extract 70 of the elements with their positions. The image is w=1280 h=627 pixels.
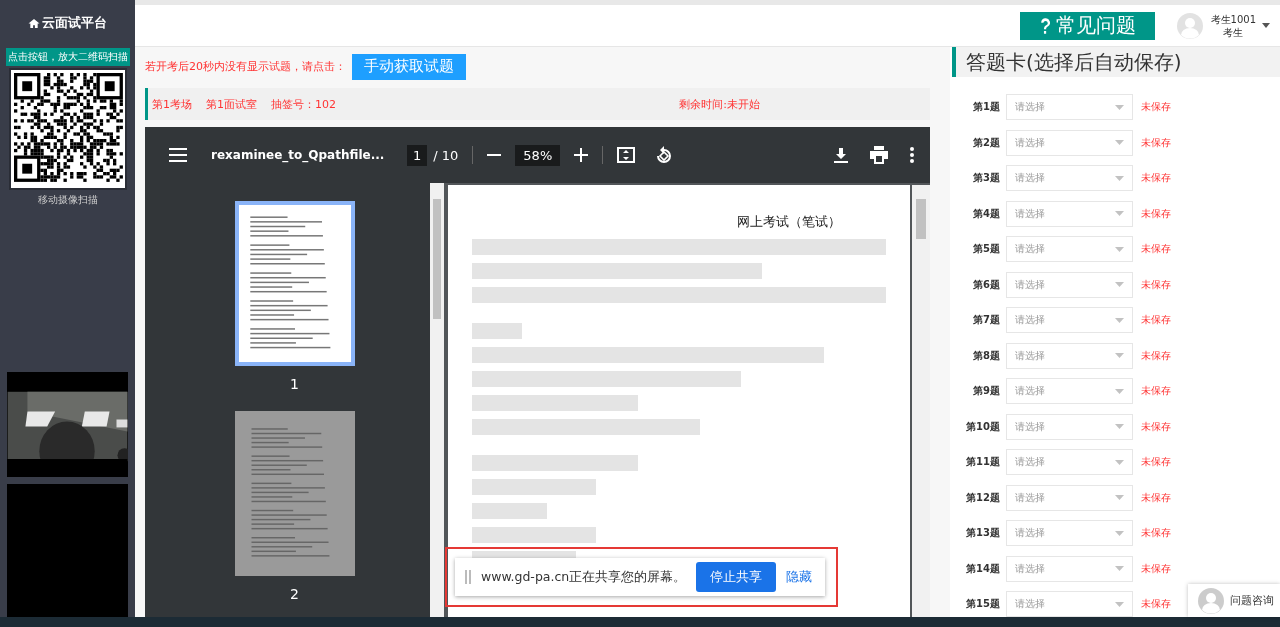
- answer-select[interactable]: 请选择: [1006, 342, 1133, 369]
- question-label: 第10题: [965, 419, 1001, 434]
- question-label: 第11题: [965, 455, 1001, 469]
- question-label: 第13题: [965, 526, 1001, 540]
- notice-text: 若开考后20秒内没有显示试题，请点击：: [145, 59, 346, 74]
- answer-select[interactable]: 请选择: [1006, 307, 1133, 333]
- save-status: 未保存: [1141, 455, 1171, 469]
- answer-select[interactable]: 请选择: [1006, 271, 1133, 298]
- save-status: 未保存: [1141, 384, 1171, 398]
- answer-select[interactable]: 请选择: [1006, 484, 1133, 511]
- page-number-field[interactable]: 1: [407, 144, 428, 166]
- save-status: 未保存: [1141, 490, 1171, 505]
- question-label: 第12题: [965, 490, 1001, 505]
- qr-caption: 移动摄像扫描: [37, 192, 98, 207]
- question-label: 第3题: [972, 171, 1001, 185]
- question-label: 第14题: [965, 561, 1001, 576]
- page-label: 2: [290, 586, 299, 602]
- save-status: 未保存: [1141, 348, 1171, 363]
- save-status: 未保存: [1141, 135, 1171, 150]
- question-label: 第4题: [972, 206, 1001, 221]
- save-status: 未保存: [1141, 171, 1171, 185]
- interview-room: 第1面试室: [206, 96, 257, 112]
- exam-room: 第1考场: [152, 96, 192, 112]
- answer-card-title: 答题卡(选择后自动保存): [952, 47, 1280, 77]
- user-role: 考生: [1223, 25, 1244, 39]
- help-widget[interactable]: 问题咨询: [1188, 584, 1280, 617]
- question-label: 第15题: [965, 597, 1001, 611]
- remaining-time: 剩余时间:未开始: [679, 96, 760, 112]
- page-total: / 10: [433, 147, 459, 163]
- user-name[interactable]: 考生1001: [1210, 12, 1256, 26]
- faq-button[interactable]: 常见问题: [1019, 11, 1155, 40]
- save-status: 未保存: [1141, 561, 1171, 576]
- hide-link[interactable]: 隐藏: [786, 568, 813, 586]
- question-label: 第2题: [972, 135, 1001, 150]
- save-status: 未保存: [1141, 597, 1171, 611]
- sidebar-title: 云面试平台: [42, 14, 107, 33]
- page-label: 1: [290, 376, 299, 392]
- stop-sharing-button[interactable]: 停止共享: [696, 562, 777, 592]
- question-label: 第7题: [972, 313, 1001, 327]
- file-name: rexaminee_to_Qpathfile...: [211, 147, 386, 163]
- fetch-questions-button[interactable]: 手动获取试题: [352, 53, 466, 80]
- zoom-field[interactable]: 58%: [515, 144, 561, 166]
- share-message: www.gd-pa.cn正在共享您的屏幕。: [481, 568, 687, 586]
- answer-select[interactable]: 请选择: [1006, 378, 1133, 404]
- save-status: 未保存: [1141, 526, 1171, 540]
- save-status: 未保存: [1141, 277, 1171, 292]
- question-label: 第6题: [972, 277, 1001, 292]
- answer-select[interactable]: 请选择: [1006, 200, 1133, 227]
- answer-select[interactable]: 请选择: [1006, 165, 1133, 191]
- save-status: 未保存: [1141, 313, 1171, 327]
- save-status: 未保存: [1141, 206, 1171, 221]
- answer-select[interactable]: 请选择: [1006, 520, 1133, 546]
- page-heading: 网上考试（笔试）: [737, 213, 841, 231]
- question-label: 第8题: [972, 348, 1001, 363]
- answer-select[interactable]: 请选择: [1006, 591, 1133, 617]
- answer-select[interactable]: 请选择: [1006, 236, 1133, 262]
- save-status: 未保存: [1141, 242, 1171, 256]
- answer-select[interactable]: 请选择: [1006, 129, 1133, 156]
- answer-select[interactable]: 请选择: [1006, 94, 1133, 120]
- answer-select[interactable]: 请选择: [1006, 555, 1133, 582]
- enlarge-qr-button[interactable]: 点击按钮，放大二维码扫描: [5, 47, 130, 66]
- help-label: 问题咨询: [1230, 593, 1274, 608]
- question-label: 第5题: [972, 242, 1001, 256]
- save-status: 未保存: [1141, 100, 1171, 114]
- answer-select[interactable]: 请选择: [1006, 449, 1133, 475]
- save-status: 未保存: [1141, 419, 1171, 434]
- draw-number: 抽签号：102: [271, 96, 336, 112]
- question-label: 第9题: [972, 384, 1001, 398]
- answer-select[interactable]: 请选择: [1006, 413, 1133, 440]
- question-label: 第1题: [972, 100, 1001, 114]
